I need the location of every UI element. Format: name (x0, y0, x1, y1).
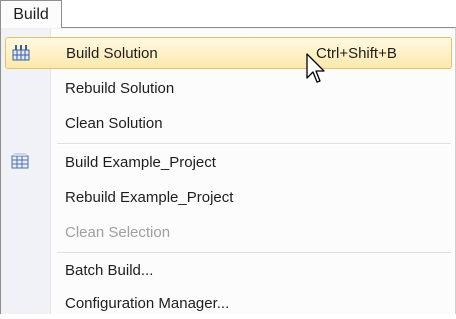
build-dropdown-menu: Build Solution Ctrl+Shift+B Rebuild Solu… (0, 27, 456, 314)
menu-item-batch-build[interactable]: Batch Build... (5, 254, 452, 286)
menu-item-shortcut: Ctrl+Shift+B (316, 44, 397, 62)
menu-item-label: Clean Selection (65, 223, 171, 241)
menu-build[interactable]: Build (0, 0, 62, 28)
menu-item-label: Rebuild Example_Project (65, 188, 234, 206)
menu-item-rebuild-solution[interactable]: Rebuild Solution (5, 72, 452, 104)
menu-item-label: Batch Build... (65, 261, 154, 279)
menu-item-build-project[interactable]: Build Example_Project (5, 146, 452, 178)
menu-item-rebuild-project[interactable]: Rebuild Example_Project (5, 181, 452, 213)
mouse-pointer-icon (305, 52, 327, 92)
menu-item-label: Build Solution (66, 44, 158, 62)
menu-build-label: Build (13, 5, 49, 23)
menu-item-label: Configuration Manager... (65, 294, 230, 312)
menu-item-build-solution[interactable]: Build Solution Ctrl+Shift+B (5, 37, 452, 69)
menu-item-label: Clean Solution (65, 114, 163, 132)
menu-item-configuration-manager[interactable]: Configuration Manager... (5, 287, 452, 319)
build-solution-icon (12, 44, 30, 62)
menu-item-label: Rebuild Solution (65, 79, 175, 97)
menu-item-clean-solution[interactable]: Clean Solution (5, 107, 452, 139)
menu-separator (57, 143, 451, 145)
menu-item-clean-selection: Clean Selection (5, 216, 452, 248)
build-project-icon (11, 152, 29, 170)
menu-item-label: Build Example_Project (65, 153, 216, 171)
